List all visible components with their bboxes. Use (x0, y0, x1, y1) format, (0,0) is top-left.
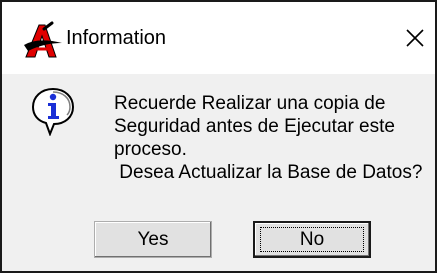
message-line: Desea Actualizar la Base de Datos? (114, 162, 423, 183)
yes-button-label: Yes (137, 228, 169, 250)
yes-button[interactable]: Yes (94, 221, 212, 258)
message-dialog: Information Recuerde Realizar una copia … (0, 0, 437, 273)
title-bar[interactable]: Information (2, 2, 435, 74)
no-button-label: No (299, 229, 325, 250)
message-line: Recuerde Realizar una copia de (114, 93, 386, 114)
dialog-message: Recuerde Realizar una copia de Seguridad… (114, 92, 422, 184)
window-title: Information (66, 27, 167, 49)
app-a-logo-icon (24, 21, 62, 58)
message-line: proceso. (114, 139, 187, 160)
close-icon[interactable] (397, 20, 433, 56)
information-icon (31, 87, 75, 136)
message-line: Seguridad antes de Ejecutar este (114, 116, 395, 137)
no-button[interactable]: No (253, 221, 371, 258)
